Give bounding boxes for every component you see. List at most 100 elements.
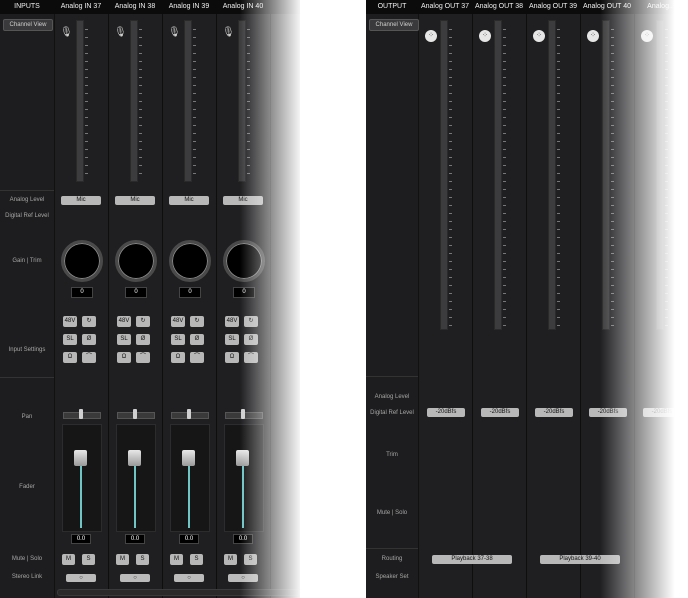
channel-name[interactable]: Analog IN 38 — [108, 0, 162, 14]
gain-knob[interactable] — [115, 240, 157, 282]
loop-icon-button[interactable]: ↻ — [136, 316, 150, 327]
stereo-link-button[interactable]: ○ — [174, 574, 204, 582]
gain-value[interactable]: 0 — [179, 287, 201, 298]
routing-selector[interactable]: Playback 37-38 — [432, 555, 512, 564]
fader-value[interactable]: 0.0 — [179, 534, 199, 544]
gain-value[interactable]: 0 — [233, 287, 255, 298]
meter-tick — [665, 277, 668, 278]
fader-thumb[interactable] — [182, 450, 195, 466]
phantom-power-button[interactable]: 48V — [63, 316, 77, 327]
meter-tick — [611, 141, 614, 142]
phantom-power-button[interactable]: 48V — [225, 316, 239, 327]
pan-thumb[interactable] — [241, 409, 245, 419]
mute-button[interactable]: M — [224, 554, 237, 565]
high-pass-filter-button[interactable]: ⌒ — [190, 352, 204, 363]
digital-ref-level-selector[interactable]: -20dBfs — [535, 408, 573, 417]
analog-level-selector[interactable]: Mic — [223, 196, 263, 205]
impedance-button[interactable]: Ω — [117, 352, 131, 363]
mute-button[interactable]: M — [62, 554, 75, 565]
digital-ref-level-selector[interactable]: -20dBfs — [481, 408, 519, 417]
phantom-power-button[interactable]: 48V — [171, 316, 185, 327]
fader-track[interactable] — [170, 424, 210, 532]
phantom-power-button[interactable]: 48V — [117, 316, 131, 327]
pan-thumb[interactable] — [187, 409, 191, 419]
channel-view-button[interactable]: Channel View — [3, 19, 53, 31]
high-pass-filter-button[interactable]: ⌒ — [82, 352, 96, 363]
channel-view-button[interactable]: Channel View — [369, 19, 419, 31]
loop-icon-button[interactable]: ↻ — [244, 316, 258, 327]
fader-thumb[interactable] — [128, 450, 141, 466]
channel-name[interactable]: Analog OUT 38 — [472, 0, 526, 14]
analog-level-selector[interactable]: Mic — [61, 196, 101, 205]
channel-name[interactable]: Analog OUT 39 — [526, 0, 580, 14]
impedance-button[interactable]: Ω — [171, 352, 185, 363]
channel-name[interactable]: Analog IN 37 — [54, 0, 108, 14]
high-pass-filter-button[interactable]: ⌒ — [244, 352, 258, 363]
meter-tick — [557, 37, 560, 38]
channel-name[interactable]: Analog OUT 37 — [418, 0, 472, 14]
fader-thumb[interactable] — [74, 450, 87, 466]
pan-thumb[interactable] — [133, 409, 137, 419]
phase-button[interactable]: Ø — [244, 334, 258, 345]
gain-value[interactable]: 0 — [71, 287, 93, 298]
channel-name[interactable]: Analog OUT 40 — [580, 0, 634, 14]
row-label-stereo-link: Stereo Link — [11, 574, 43, 580]
solo-button[interactable]: S — [136, 554, 149, 565]
meter-tick — [611, 261, 614, 262]
fader-thumb[interactable] — [236, 450, 249, 466]
digital-ref-level-selector[interactable]: -20dBfs — [589, 408, 627, 417]
mute-button[interactable]: M — [116, 554, 129, 565]
impedance-button[interactable]: Ω — [225, 352, 239, 363]
fader-track[interactable] — [224, 424, 264, 532]
soft-limit-button[interactable]: SL — [63, 334, 77, 345]
solo-button[interactable]: S — [82, 554, 95, 565]
gain-knob[interactable] — [169, 240, 211, 282]
fader-value[interactable]: 0.0 — [125, 534, 145, 544]
digital-ref-level-selector[interactable]: -20dBfs — [643, 408, 681, 417]
fader-track[interactable] — [62, 424, 102, 532]
mute-button[interactable]: M — [170, 554, 183, 565]
soft-limit-button[interactable]: SL — [117, 334, 131, 345]
fader-track[interactable] — [116, 424, 156, 532]
meter-tick — [557, 149, 560, 150]
input-channel-strip: 🎙 Mic 0 48V ↻ SL Ø Ω ⌒ 0.0 M S ○ — [163, 14, 217, 598]
pan-thumb[interactable] — [79, 409, 83, 419]
gain-knob[interactable] — [223, 240, 265, 282]
soft-limit-button[interactable]: SL — [225, 334, 239, 345]
horizontal-scrollbar[interactable] — [57, 589, 300, 596]
meter-tick — [193, 109, 196, 110]
digital-ref-level-selector[interactable]: -20dBfs — [427, 408, 465, 417]
meter-tick — [557, 141, 560, 142]
output-channel-strip: ⁘ -20dBfs — [527, 14, 581, 598]
loop-icon-button[interactable]: ↻ — [82, 316, 96, 327]
analog-level-selector[interactable]: Mic — [115, 196, 155, 205]
gain-knob[interactable] — [61, 240, 103, 282]
impedance-button[interactable]: Ω — [63, 352, 77, 363]
solo-button[interactable]: S — [190, 554, 203, 565]
fader-value[interactable]: 0.0 — [71, 534, 91, 544]
soft-limit-button[interactable]: SL — [171, 334, 185, 345]
stereo-link-button[interactable]: ○ — [120, 574, 150, 582]
phase-button[interactable]: Ø — [190, 334, 204, 345]
meter-tick — [557, 245, 560, 246]
gain-value[interactable]: 0 — [125, 287, 147, 298]
stereo-link-button[interactable]: ○ — [66, 574, 96, 582]
high-pass-filter-button[interactable]: ⌒ — [136, 352, 150, 363]
phase-button[interactable]: Ø — [136, 334, 150, 345]
meter-tick — [247, 133, 250, 134]
phase-button[interactable]: Ø — [82, 334, 96, 345]
analog-level-selector[interactable]: Mic — [169, 196, 209, 205]
meter-tick — [665, 37, 668, 38]
meter-tick — [139, 85, 142, 86]
meter-tick — [449, 221, 452, 222]
channel-name[interactable]: Analog... — [634, 0, 688, 14]
fader-value[interactable]: 0.0 — [233, 534, 253, 544]
stereo-link-button[interactable]: ○ — [228, 574, 258, 582]
loop-icon-button[interactable]: ↻ — [190, 316, 204, 327]
meter-tick — [449, 301, 452, 302]
channel-name[interactable]: Analog IN 40 — [216, 0, 270, 14]
solo-button[interactable]: S — [244, 554, 257, 565]
channel-name[interactable]: Analog IN 39 — [162, 0, 216, 14]
routing-selector[interactable]: Playback 39-40 — [540, 555, 620, 564]
meter-tick — [557, 189, 560, 190]
